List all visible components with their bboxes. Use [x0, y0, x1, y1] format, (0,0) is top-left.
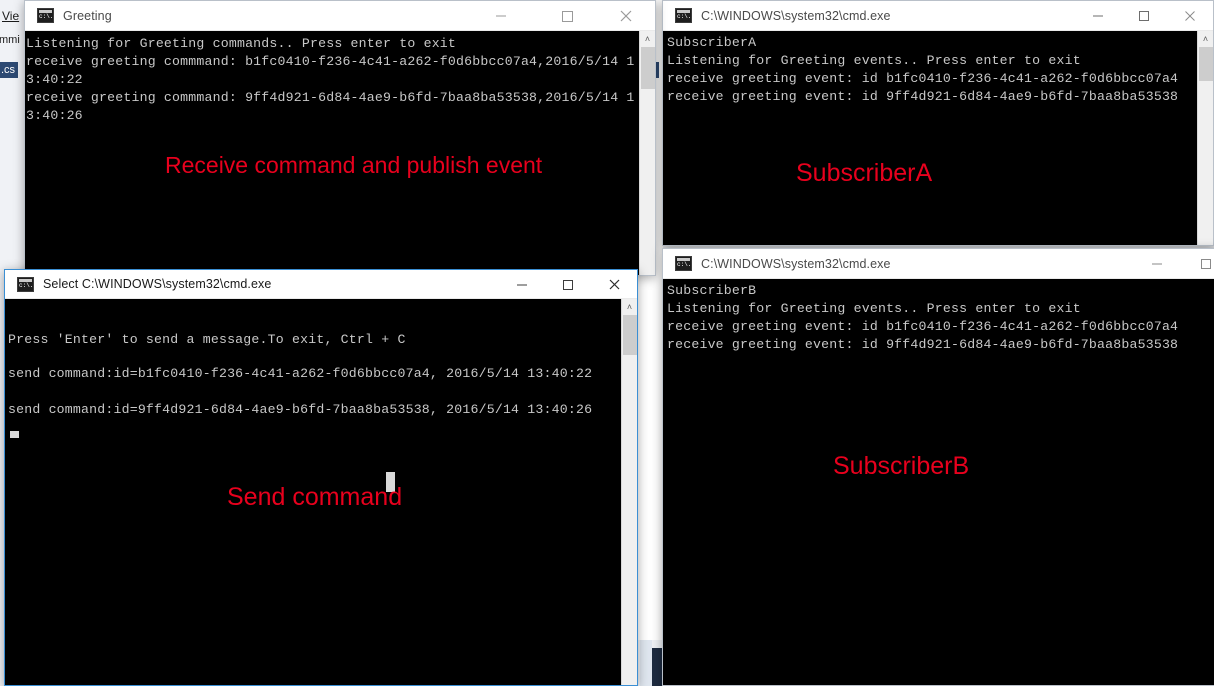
window-title-sender: Select C:\WINDOWS\system32\cmd.exe — [43, 277, 272, 291]
scroll-thumb[interactable] — [1199, 47, 1213, 81]
close-icon[interactable] — [1167, 1, 1213, 31]
scroll-up-icon[interactable]: ˄ — [622, 299, 637, 315]
console-line: receive greeting event: id 9ff4d921-6d84… — [667, 89, 1179, 104]
titlebar-greeting[interactable]: Greeting — [25, 1, 655, 31]
minimize-icon[interactable] — [499, 270, 545, 299]
titlebar-subscriber-a[interactable]: C:\WINDOWS\system32\cmd.exe — [663, 1, 1213, 31]
annotation-sender: Send command — [227, 483, 403, 511]
console-line: send command:id=9ff4d921-6d84-4ae9-b6fd-… — [8, 402, 593, 417]
maximize-icon[interactable] — [545, 270, 591, 299]
scroll-thumb[interactable] — [623, 315, 637, 355]
background-menu-view[interactable]: Vie — [2, 9, 19, 23]
console-line: Listening for Greeting events.. Press en… — [667, 53, 1081, 68]
console-line: receive greeting commmand: b1fc0410-f236… — [26, 54, 635, 69]
console-subscriber-b[interactable]: SubscriberB Listening for Greeting event… — [663, 279, 1214, 685]
titlebar-sender[interactable]: Select C:\WINDOWS\system32\cmd.exe — [5, 270, 637, 299]
maximize-icon[interactable] — [1183, 249, 1214, 279]
console-line: SubscriberA — [667, 35, 757, 50]
console-line: SubscriberB — [667, 283, 757, 298]
console-line: 3:40:22 — [26, 72, 83, 87]
background-tab-cs[interactable]: .cs — [0, 62, 19, 78]
scrollbar-greeting[interactable]: ˄ — [639, 31, 655, 275]
console-line: Listening for Greeting events.. Press en… — [667, 301, 1081, 316]
cmd-icon — [17, 276, 34, 292]
titlebar-subscriber-b[interactable]: C:\WINDOWS\system32\cmd.exe — [663, 249, 1214, 279]
window-subscriber-b[interactable]: C:\WINDOWS\system32\cmd.exe SubscriberB … — [662, 248, 1214, 686]
window-controls-subscriber-b — [1131, 249, 1214, 279]
minimize-icon[interactable] — [1131, 249, 1183, 279]
cmd-icon — [675, 256, 692, 271]
scroll-thumb[interactable] — [641, 47, 655, 89]
cmd-icon — [675, 8, 692, 23]
scroll-up-icon[interactable]: ˄ — [1198, 31, 1213, 47]
annotation-subscriber-a: SubscriberA — [796, 159, 933, 187]
scrollbar-subscriber-a[interactable]: ˄ — [1197, 31, 1213, 245]
window-subscriber-a[interactable]: C:\WINDOWS\system32\cmd.exe SubscriberA … — [662, 0, 1214, 246]
minimize-icon[interactable] — [465, 1, 537, 31]
console-line: receive greeting event: id b1fc0410-f236… — [667, 71, 1179, 86]
window-title-subscriber-a: C:\WINDOWS\system32\cmd.exe — [701, 8, 891, 23]
window-title-subscriber-b: C:\WINDOWS\system32\cmd.exe — [701, 256, 891, 271]
close-icon[interactable] — [591, 270, 637, 299]
console-line: receive greeting event: id 9ff4d921-6d84… — [667, 337, 1179, 352]
maximize-icon[interactable] — [1121, 1, 1167, 31]
background-taskbar-edge — [640, 640, 652, 686]
close-icon[interactable] — [597, 1, 655, 31]
cmd-icon — [37, 8, 54, 23]
background-menu-commit[interactable]: mmi — [0, 34, 20, 46]
scroll-up-icon[interactable]: ˄ — [640, 31, 655, 47]
window-controls-subscriber-a — [1075, 1, 1213, 31]
window-sender[interactable]: Select C:\WINDOWS\system32\cmd.exe Press… — [4, 269, 638, 686]
console-line: Press 'Enter' to send a message.To exit,… — [8, 332, 406, 347]
console-line: send command:id=b1fc0410-f236-4c41-a262-… — [8, 366, 593, 381]
console-line: receive greeting event: id b1fc0410-f236… — [667, 319, 1179, 334]
maximize-icon[interactable] — [537, 1, 597, 31]
screen-root: Vie mmi .cs aly n.c ~k C:\WINDOWS\system… — [0, 0, 1214, 686]
console-cursor — [10, 431, 19, 438]
window-controls-greeting — [465, 1, 655, 31]
console-greeting[interactable]: Listening for Greeting commands.. Press … — [25, 31, 655, 275]
console-line: receive greeting commmand: 9ff4d921-6d84… — [26, 90, 635, 105]
annotation-subscriber-b: SubscriberB — [833, 452, 970, 480]
minimize-icon[interactable] — [1075, 1, 1121, 31]
console-sender[interactable]: Press 'Enter' to send a message.To exit,… — [5, 299, 637, 685]
console-line: 3:40:26 — [26, 108, 83, 123]
window-greeting[interactable]: Greeting Listening for Greeting commands… — [24, 0, 656, 276]
window-controls-sender — [499, 270, 637, 299]
window-title-greeting: Greeting — [63, 8, 112, 23]
console-line: Listening for Greeting commands.. Press … — [26, 36, 457, 51]
annotation-greeting: Receive command and publish event — [165, 152, 543, 178]
console-subscriber-a[interactable]: SubscriberA Listening for Greeting event… — [663, 31, 1213, 245]
scrollbar-sender[interactable]: ˄ — [621, 299, 637, 685]
